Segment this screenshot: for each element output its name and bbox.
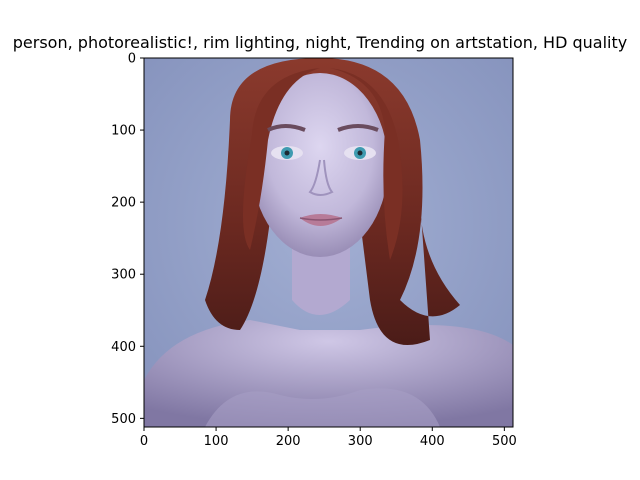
x-tick-label: 200 bbox=[276, 434, 301, 449]
y-tick-label: 500 bbox=[111, 412, 136, 427]
x-axis-ticks: 0 100 200 300 400 500 bbox=[140, 427, 517, 449]
pupil-left bbox=[284, 150, 290, 156]
y-tick-label: 300 bbox=[111, 268, 136, 283]
y-axis-ticks: 0 100 200 300 400 500 bbox=[111, 52, 144, 427]
y-tick-label: 100 bbox=[111, 124, 136, 139]
pupil-right bbox=[357, 150, 363, 156]
x-tick-label: 300 bbox=[348, 434, 373, 449]
y-tick-label: 0 bbox=[128, 52, 136, 67]
portrait-image bbox=[144, 58, 513, 427]
x-tick-label: 0 bbox=[140, 434, 148, 449]
x-tick-label: 500 bbox=[492, 434, 517, 449]
figure: person, photorealistic!, rim lighting, n… bbox=[0, 0, 640, 480]
x-tick-label: 400 bbox=[420, 434, 445, 449]
y-tick-label: 400 bbox=[111, 340, 136, 355]
image-plot: 0 100 200 300 400 500 0 100 200 300 400 500 bbox=[111, 52, 517, 450]
y-tick-label: 200 bbox=[111, 196, 136, 211]
x-tick-label: 100 bbox=[204, 434, 229, 449]
